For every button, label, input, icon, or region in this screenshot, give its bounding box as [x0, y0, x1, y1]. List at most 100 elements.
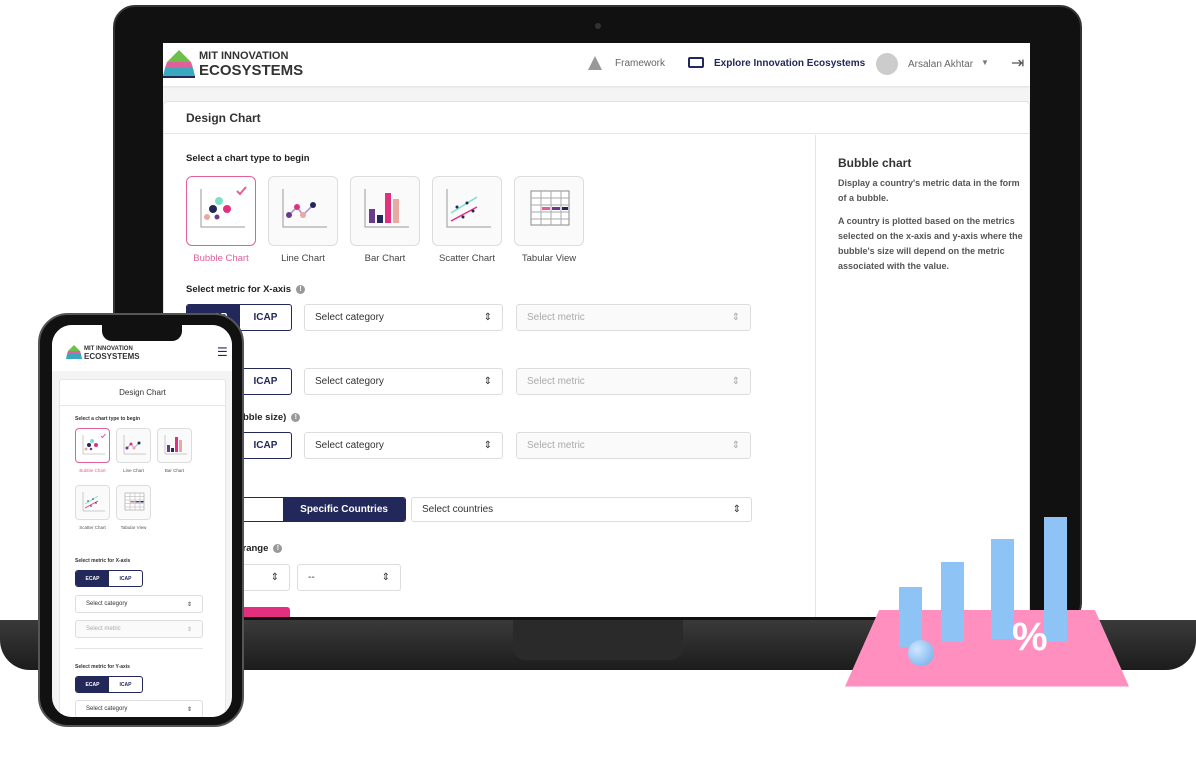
sort-icon: ⇕	[186, 601, 192, 608]
category-text: Select category	[315, 376, 384, 387]
info-text: Display a country's metric data in the f…	[838, 178, 1020, 203]
chart-type-prompt: Select a chart type to begin	[75, 416, 141, 422]
logout-icon[interactable]: ⇥	[1011, 53, 1024, 73]
year-to-select[interactable]: -- ⇕	[297, 564, 401, 591]
year-to-text: --	[308, 572, 315, 583]
nav-framework[interactable]: Framework	[615, 58, 665, 69]
chevron-down-icon[interactable]: ▼	[981, 58, 989, 67]
chart-type-bubble-chart[interactable]	[75, 428, 110, 463]
scatter-chart-icon	[446, 189, 491, 228]
metric-select[interactable]: Select metric ⇕	[516, 368, 751, 395]
metric-text: Select metric	[527, 312, 585, 323]
table-icon	[530, 190, 570, 226]
metric-select[interactable]: Select metric ⇕	[516, 304, 751, 331]
category-select[interactable]: Select category ⇕	[304, 304, 503, 331]
decorative-bar	[899, 587, 922, 647]
chart-type-label: Bar Chart	[364, 253, 406, 264]
sort-icon: ⇕	[732, 504, 741, 515]
phone-screen: MIT INNOVATION ECOSYSTEMS ☰ Design Chart…	[52, 325, 232, 717]
y-axis-label: Select metric for Y-axis	[75, 664, 130, 670]
category-text: Select category	[315, 312, 384, 323]
category-text: Select category	[315, 440, 384, 451]
sort-icon: ⇕	[186, 706, 192, 713]
icap-option[interactable]: ICAP	[109, 677, 142, 692]
sort-icon: ⇕	[483, 312, 492, 323]
category-text: Select category	[86, 706, 128, 712]
monitor-icon	[688, 57, 704, 68]
sort-icon: ⇕	[186, 626, 192, 633]
line-chart-icon	[282, 189, 327, 228]
table-icon	[124, 492, 145, 511]
chart-type-label: Bar Chart	[164, 468, 185, 473]
chart-type-line-chart[interactable]	[116, 428, 151, 463]
line-chart-icon	[123, 435, 146, 455]
icap-option[interactable]: ICAP	[240, 369, 291, 394]
chart-type-label: Bubble Chart	[79, 468, 106, 473]
chart-type-label: Line Chart	[123, 468, 144, 473]
top-nav: MIT INNOVATION ECOSYSTEMS Framework Expl…	[163, 43, 1030, 86]
card-title: Design Chart	[60, 380, 225, 406]
decorative-sphere	[908, 640, 934, 666]
chart-type-label: Scatter Chart	[439, 253, 495, 264]
category-select[interactable]: Select category ⇕	[75, 700, 203, 717]
info-icon[interactable]: !	[291, 412, 301, 422]
category-select[interactable]: Select category ⇕	[304, 432, 503, 459]
metric-text: Select metric	[86, 626, 121, 632]
metric-text: Select metric	[527, 376, 585, 387]
chart-type-table[interactable]	[116, 485, 151, 520]
info-title: Bubble chart	[838, 156, 912, 170]
brand-line2: ECOSYSTEMS	[84, 352, 140, 361]
icap-option[interactable]: ICAP	[240, 305, 291, 330]
ecap-option[interactable]: ECAP	[76, 677, 109, 692]
laptop-notch	[513, 620, 683, 660]
chart-type-bar-chart[interactable]	[350, 176, 420, 246]
brand-line1: MIT INNOVATION	[199, 50, 289, 62]
metric-select[interactable]: Select metric ⇕	[516, 432, 751, 459]
sort-icon: ⇕	[381, 572, 390, 583]
chart-type-line-chart[interactable]	[268, 176, 338, 246]
bubble-chart-icon	[200, 186, 247, 228]
chart-type-bar-chart[interactable]	[157, 428, 192, 463]
bubble-chart-icon	[82, 433, 106, 455]
chart-type-label: Bubble Chart	[193, 253, 249, 264]
avatar[interactable]	[876, 53, 898, 75]
countries-select[interactable]: Select countries ⇕	[411, 497, 752, 522]
chart-type-label: Tabular View	[521, 253, 577, 264]
divider	[75, 648, 203, 649]
icap-option[interactable]: ICAP	[109, 571, 142, 586]
nav-explore[interactable]: Explore Innovation Ecosystems	[714, 58, 865, 69]
card-title: Design Chart	[164, 102, 1029, 134]
chart-type-prompt: Select a chart type to begin	[186, 153, 310, 164]
category-select[interactable]: Select category ⇕	[304, 368, 503, 395]
icap-option[interactable]: ICAP	[240, 433, 291, 458]
countries-select-text: Select countries	[422, 504, 494, 515]
sort-icon: ⇕	[483, 440, 492, 451]
info-icon[interactable]: !	[273, 543, 283, 553]
sort-icon: ⇕	[270, 572, 279, 583]
design-chart-card: Design Chart Select a chart type to begi…	[163, 101, 1030, 617]
metric-text: Select metric	[527, 440, 585, 451]
ecap-option[interactable]: ECAP	[76, 571, 109, 586]
phone-notch	[102, 325, 182, 341]
bar-chart-icon	[164, 435, 187, 455]
chart-type-table[interactable]	[514, 176, 584, 246]
phone-frame: MIT INNOVATION ECOSYSTEMS ☰ Design Chart…	[38, 313, 244, 727]
category-select[interactable]: Select category ⇕	[75, 595, 203, 613]
chart-type-bubble-chart[interactable]	[186, 176, 256, 246]
framework-icon	[588, 56, 602, 70]
sort-icon: ⇕	[483, 376, 492, 387]
hamburger-menu-icon[interactable]: ☰	[217, 345, 228, 359]
scatter-chart-icon	[82, 492, 105, 512]
info-icon[interactable]: !	[296, 284, 306, 294]
info-text: A country is plotted based on the metric…	[838, 216, 1023, 271]
chart-type-label: Line Chart	[281, 253, 325, 264]
specific-countries-option[interactable]: Specific Countries	[283, 498, 405, 521]
y-axis-toggle: ECAP ICAP	[75, 676, 143, 693]
metric-select[interactable]: Select metric ⇕	[75, 620, 203, 638]
x-axis-label: Select metric for X-axis	[75, 558, 131, 564]
decorative-platform	[845, 610, 1129, 687]
chart-type-scatter-chart[interactable]	[75, 485, 110, 520]
sort-icon: ⇕	[731, 376, 740, 387]
user-name[interactable]: Arsalan Akhtar	[908, 59, 973, 70]
chart-type-scatter-chart[interactable]	[432, 176, 502, 246]
